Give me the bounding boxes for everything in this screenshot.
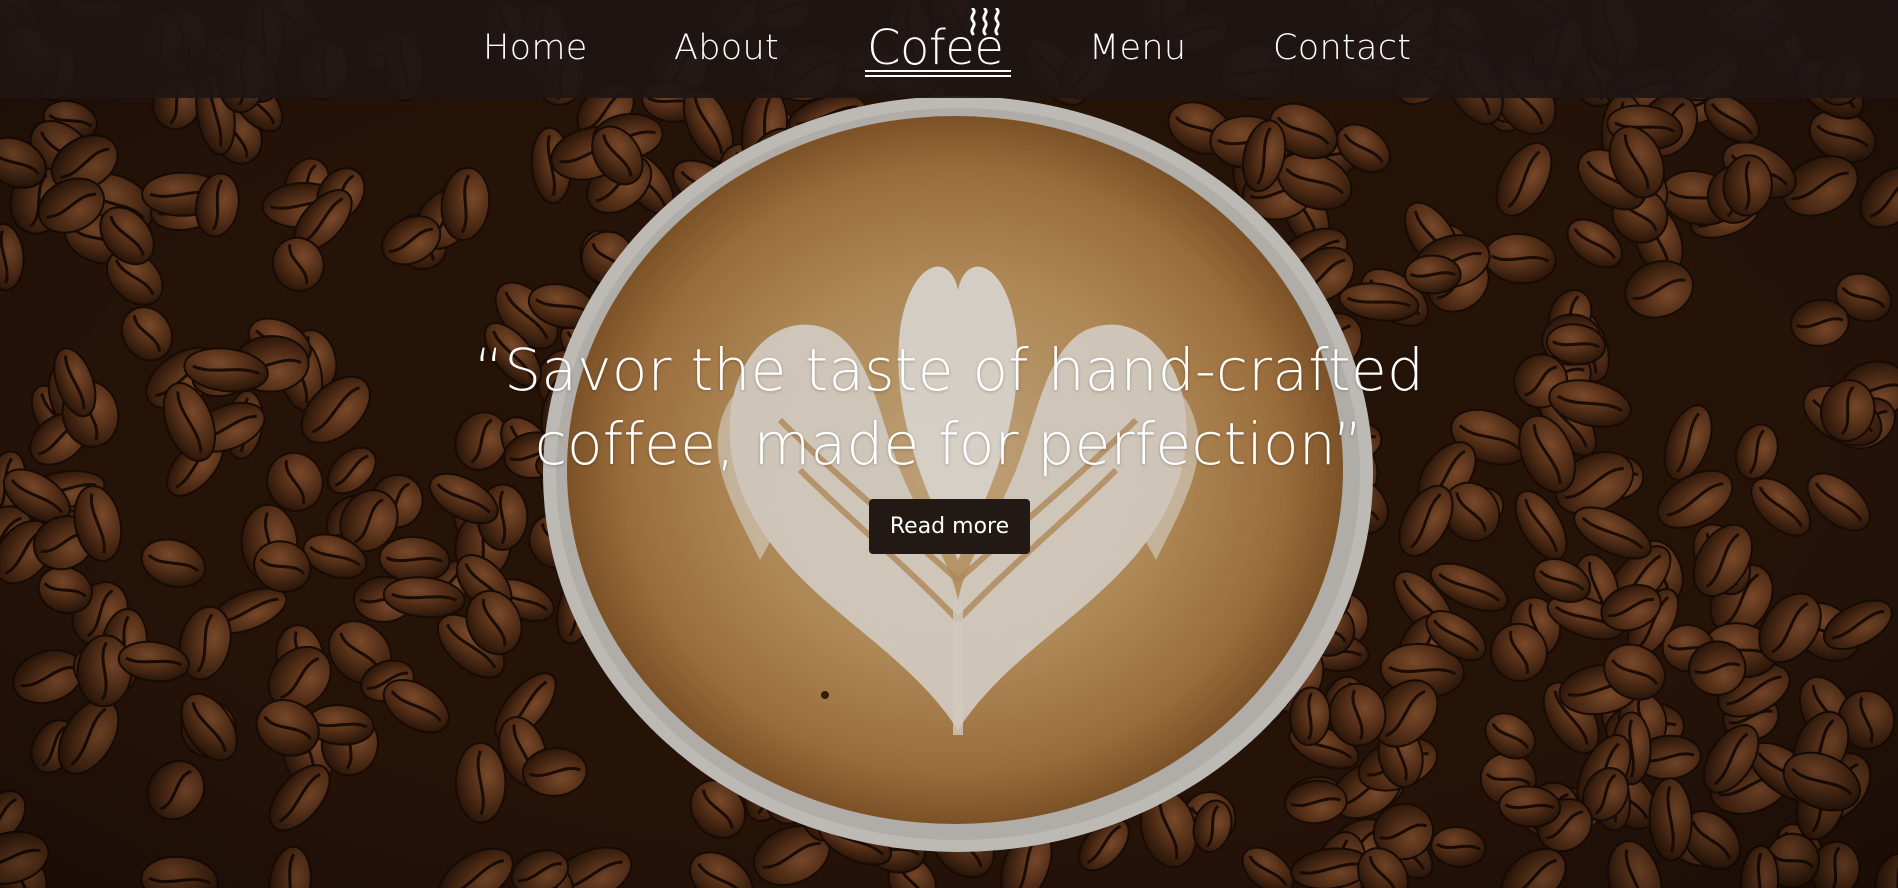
hero-quote-line-2: coffee, made for perfection” xyxy=(534,410,1364,478)
read-more-button[interactable]: Read more xyxy=(869,499,1030,554)
nav-contact-link[interactable]: Contact xyxy=(1273,24,1411,72)
logo-underline xyxy=(865,70,1011,80)
hero-quote: “Savor the taste of hand-crafted coffee,… xyxy=(449,333,1449,481)
nav-about-link[interactable]: About xyxy=(674,24,779,72)
nav-home-link[interactable]: Home xyxy=(483,24,588,72)
hero-quote-line-1: “Savor the taste of hand-crafted xyxy=(473,336,1425,404)
top-navbar: Home About Cofee Menu Contact xyxy=(0,0,1898,98)
nav-menu-link[interactable]: Menu xyxy=(1089,24,1186,72)
cofee-logo[interactable]: Cofee xyxy=(865,6,1012,82)
logo-wordmark: Cofee xyxy=(867,20,1004,76)
